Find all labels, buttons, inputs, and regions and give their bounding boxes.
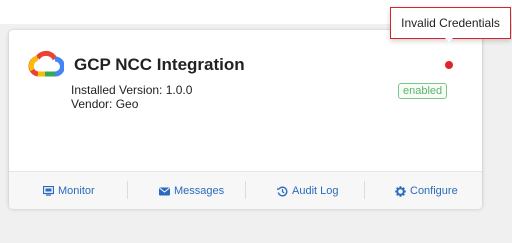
invalid-credentials-tooltip: Invalid Credentials <box>390 7 511 39</box>
installed-version: Installed Version: 1.0.0 <box>71 83 193 97</box>
status-badge: enabled <box>398 83 448 99</box>
envelope-icon <box>159 187 170 196</box>
configure-button[interactable]: Configure <box>395 182 458 200</box>
google-cloud-logo-icon <box>28 50 65 78</box>
integration-card: GCP NCC Integration Installed Version: 1… <box>9 30 482 209</box>
tooltip-arrow <box>445 38 453 42</box>
monitor-label: Monitor <box>58 185 95 197</box>
gear-icon <box>395 185 406 197</box>
monitor-icon <box>43 186 54 196</box>
configure-label: Configure <box>410 185 458 197</box>
audit-log-button[interactable]: Audit Log <box>277 182 338 200</box>
footer-divider <box>127 181 128 199</box>
messages-button[interactable]: Messages <box>159 182 224 200</box>
vendor-name: Vendor: Geo <box>71 97 139 111</box>
integration-title: GCP NCC Integration <box>74 55 245 74</box>
card-actions-footer: Monitor Messages Audit Log Configure <box>9 171 482 209</box>
messages-label: Messages <box>174 185 225 197</box>
history-icon <box>277 186 288 197</box>
audit-log-label: Audit Log <box>292 185 339 197</box>
footer-divider <box>245 181 246 199</box>
status-indicator-dot[interactable] <box>445 61 453 69</box>
footer-divider <box>364 181 365 199</box>
monitor-button[interactable]: Monitor <box>43 182 95 200</box>
